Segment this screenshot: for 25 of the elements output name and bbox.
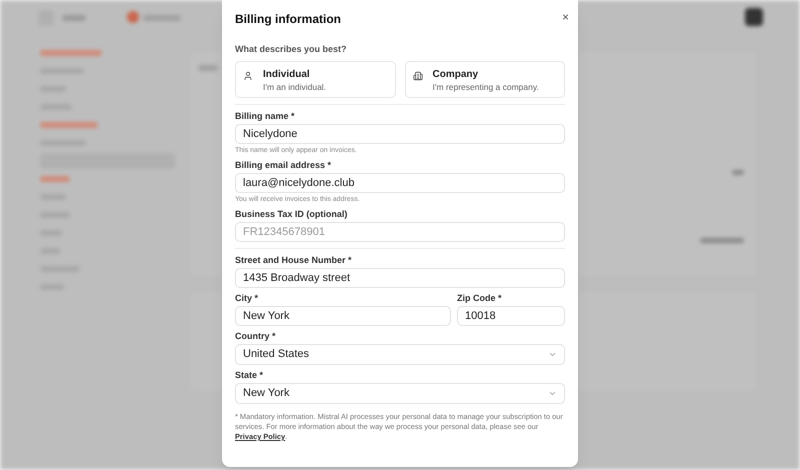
person-icon (243, 71, 253, 81)
field-label: Street and House Number * (235, 255, 353, 266)
field-label: Business Tax ID (optional) (235, 209, 348, 220)
field-label: Country * (235, 331, 276, 342)
field-label: Billing name * (235, 111, 296, 122)
field-label: Zip Code * (457, 293, 502, 304)
close-button[interactable]: × (562, 11, 569, 23)
chevron-down-icon (548, 350, 557, 359)
select-field[interactable]: United States (235, 344, 565, 365)
input-field[interactable]: New York (235, 306, 451, 326)
input-field[interactable]: 1435 Broadway street (235, 268, 565, 288)
select-field[interactable]: New York (235, 383, 565, 404)
input-field[interactable]: laura@nicelydone.club (235, 173, 565, 193)
input-field[interactable]: Nicelydone (235, 124, 565, 144)
question-label: What describes you best? (235, 44, 347, 55)
dialog-title: Billing information (235, 12, 341, 26)
option-card[interactable]: Individual I'm an individual. (235, 61, 396, 98)
input-field[interactable]: 10018 (457, 306, 565, 326)
field-label: City * (235, 293, 260, 304)
option-card[interactable]: Company I'm representing a company. (404, 61, 565, 98)
field-label: State * (235, 370, 264, 381)
field-label: Billing email address * (235, 160, 332, 171)
input-field[interactable]: FR12345678901 (235, 222, 565, 242)
chevron-down-icon (548, 389, 557, 398)
building-icon (412, 71, 422, 81)
